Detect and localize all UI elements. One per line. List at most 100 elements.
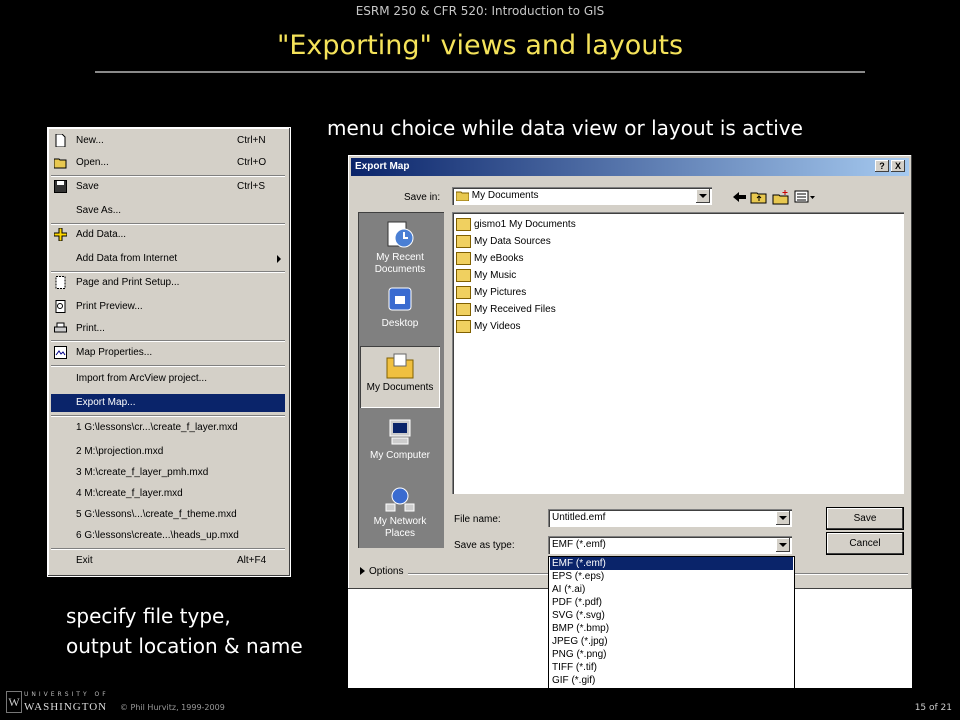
- recent-documents-icon: [387, 221, 414, 248]
- save-disk-icon: [54, 180, 67, 193]
- open-folder-icon: [54, 158, 67, 169]
- place-my-documents[interactable]: My Documents: [360, 346, 440, 408]
- list-item[interactable]: My Videos: [456, 319, 521, 335]
- folder-icon: [456, 251, 471, 265]
- menu-separator: [51, 340, 285, 342]
- folder-icon: [456, 319, 471, 333]
- type-option-eps[interactable]: EPS (*.eps): [550, 570, 793, 583]
- caption-line-2: output location & name: [66, 634, 303, 658]
- new-document-icon: [55, 134, 66, 147]
- menu-item-print[interactable]: Print...: [51, 320, 285, 338]
- university-logo: W UNIVERSITY OF WASHINGTON: [6, 690, 116, 718]
- save-button[interactable]: Save: [827, 508, 903, 529]
- type-option-bmp[interactable]: BMP (*.bmp): [550, 622, 793, 635]
- list-item[interactable]: My Data Sources: [456, 234, 551, 250]
- place-network-places[interactable]: My Network Places: [360, 480, 440, 544]
- file-name-dropdown-arrow[interactable]: [776, 511, 790, 525]
- menu-separator: [51, 415, 285, 417]
- up-folder-icon[interactable]: [750, 189, 768, 205]
- type-option-emf[interactable]: EMF (*.emf): [550, 557, 793, 570]
- options-toggle[interactable]: Options: [360, 566, 403, 577]
- menu-item-new[interactable]: New... Ctrl+N: [51, 132, 285, 150]
- caption-file-type: specify file type, output location & nam…: [66, 601, 303, 661]
- place-recent-documents[interactable]: My Recent Documents: [360, 216, 440, 278]
- slide-title: "Exporting" views and layouts: [276, 30, 684, 61]
- list-item[interactable]: My Music: [456, 268, 516, 284]
- folder-icon: [456, 217, 471, 231]
- file-name-field[interactable]: Untitled.emf: [548, 509, 792, 527]
- menu-separator: [51, 365, 285, 367]
- type-option-png[interactable]: PNG (*.png): [550, 648, 793, 661]
- cancel-button[interactable]: Cancel: [827, 533, 903, 554]
- list-item[interactable]: gismo1 My Documents: [456, 217, 576, 233]
- menu-item-recent-3[interactable]: 3 M:\create_f_layer_pmh.mxd: [51, 464, 285, 482]
- back-arrow-icon[interactable]: [730, 189, 748, 205]
- menu-item-save[interactable]: Save Ctrl+S: [51, 178, 285, 196]
- save-in-label: Save in:: [404, 192, 441, 203]
- menu-item-exit[interactable]: Exit Alt+F4: [51, 552, 285, 570]
- printer-icon: [54, 322, 67, 333]
- folder-icon: [456, 268, 471, 282]
- list-item[interactable]: My Pictures: [456, 285, 526, 301]
- folder-icon: [456, 234, 471, 248]
- list-item[interactable]: My eBooks: [456, 251, 523, 267]
- print-preview-icon: [55, 300, 66, 313]
- menu-item-import-arcview[interactable]: Import from ArcView project...: [51, 370, 285, 388]
- list-item[interactable]: My Received Files: [456, 302, 556, 318]
- menu-item-recent-1[interactable]: 1 G:\lessons\cr...\create_f_layer.mxd: [51, 419, 285, 437]
- menu-item-recent-2[interactable]: 2 M:\projection.mxd: [51, 443, 285, 461]
- submenu-arrow-icon: [277, 255, 281, 263]
- menu-item-save-as[interactable]: Save As...: [51, 202, 285, 220]
- save-type-options-list: EMF (*.emf) EPS (*.eps) AI (*.ai) PDF (*…: [548, 556, 795, 689]
- new-folder-icon[interactable]: [772, 189, 790, 205]
- export-map-dialog: Export Map ? X Save in: My Documents My …: [348, 155, 912, 589]
- help-button[interactable]: ?: [875, 160, 889, 172]
- my-computer-icon: [389, 419, 411, 445]
- network-places-icon: [385, 487, 415, 512]
- dialog-title: Export Map: [355, 161, 410, 172]
- file-menu: New... Ctrl+N Open... Ctrl+O Save Ctrl+S…: [47, 127, 291, 577]
- type-option-gif[interactable]: GIF (*.gif): [550, 674, 793, 687]
- close-button[interactable]: X: [891, 160, 905, 172]
- menu-item-recent-6[interactable]: 6 G:\lessons\create...\heads_up.mxd: [51, 527, 285, 545]
- type-option-tiff[interactable]: TIFF (*.tif): [550, 661, 793, 674]
- place-my-computer[interactable]: My Computer: [360, 414, 440, 474]
- logo-big-text: WASHINGTON: [24, 701, 108, 713]
- menu-item-export-map[interactable]: Export Map...: [51, 394, 285, 412]
- folder-icon: [456, 302, 471, 316]
- my-documents-icon: [386, 353, 414, 379]
- options-arrow-icon: [360, 567, 365, 576]
- type-option-svg[interactable]: SVG (*.svg): [550, 609, 793, 622]
- place-desktop[interactable]: Desktop: [360, 282, 440, 338]
- save-in-value: My Documents: [455, 190, 538, 202]
- page-number: 15 of 21: [914, 703, 952, 713]
- save-in-dropdown-arrow[interactable]: [696, 189, 710, 203]
- menu-item-add-data-internet[interactable]: Add Data from Internet: [51, 250, 285, 268]
- title-divider: [95, 71, 865, 73]
- file-name-label: File name:: [454, 514, 501, 525]
- course-header: ESRM 250 & CFR 520: Introduction to GIS: [355, 4, 605, 18]
- dialog-titlebar[interactable]: Export Map ? X: [351, 158, 909, 176]
- menu-item-open[interactable]: Open... Ctrl+O: [51, 154, 285, 172]
- menu-item-map-properties[interactable]: Map Properties...: [51, 344, 285, 362]
- save-in-dropdown[interactable]: My Documents: [452, 187, 712, 205]
- logo-small-text: UNIVERSITY OF: [24, 691, 109, 698]
- menu-item-print-preview[interactable]: Print Preview...: [51, 298, 285, 316]
- menu-separator: [51, 175, 285, 177]
- places-bar: My Recent Documents Desktop My Documents…: [358, 212, 444, 548]
- copyright-text: © Phil Hurvitz, 1999-2009: [120, 703, 225, 712]
- type-option-ai[interactable]: AI (*.ai): [550, 583, 793, 596]
- save-type-dropdown[interactable]: EMF (*.emf): [548, 536, 792, 554]
- menu-item-page-setup[interactable]: Page and Print Setup...: [51, 274, 285, 292]
- menu-item-recent-4[interactable]: 4 M:\create_f_layer.mxd: [51, 485, 285, 503]
- folder-icon: [456, 285, 471, 299]
- caption-line-1: specify file type,: [66, 604, 231, 628]
- add-data-icon: [54, 228, 67, 241]
- menu-item-recent-5[interactable]: 5 G:\lessons\...\create_f_theme.mxd: [51, 506, 285, 524]
- type-option-pdf[interactable]: PDF (*.pdf): [550, 596, 793, 609]
- view-menu-icon[interactable]: [794, 189, 816, 205]
- type-option-jpeg[interactable]: JPEG (*.jpg): [550, 635, 793, 648]
- save-type-dropdown-arrow[interactable]: [776, 538, 790, 552]
- menu-item-add-data[interactable]: Add Data...: [51, 226, 285, 244]
- uw-mark: W: [6, 691, 22, 713]
